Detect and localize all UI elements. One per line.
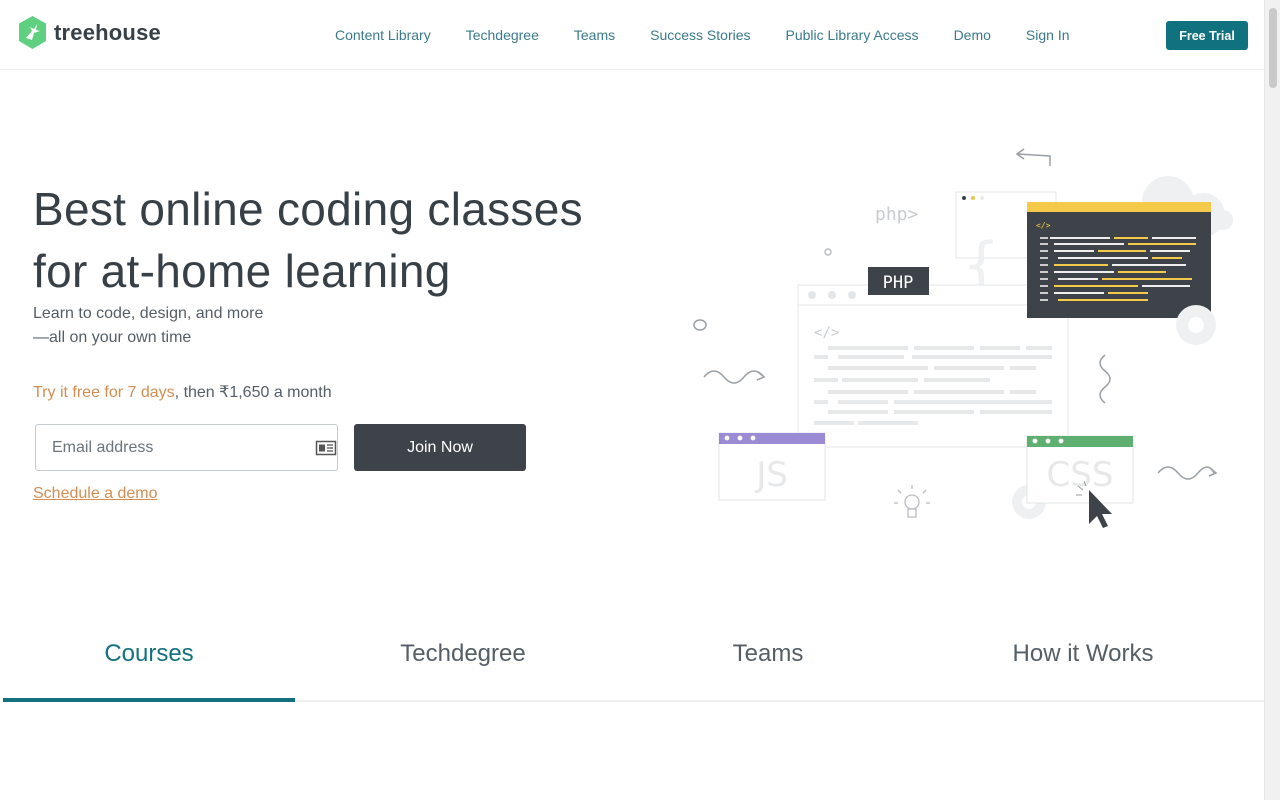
css-window: CSS xyxy=(1026,435,1134,504)
section-tabs: Courses Techdegree Teams How it Works xyxy=(3,630,1264,702)
nav-demo[interactable]: Demo xyxy=(954,26,991,44)
nav-teams[interactable]: Teams xyxy=(574,26,615,44)
hero-title: Best online coding classes for at-home l… xyxy=(33,178,693,302)
nav-success-stories[interactable]: Success Stories xyxy=(650,26,750,44)
svg-text:</>: </> xyxy=(1036,221,1051,230)
treehouse-leaf-icon xyxy=(19,16,46,49)
trial-accent-text: Try it free for 7 days xyxy=(33,384,175,401)
return-arrow-icon xyxy=(1015,148,1051,166)
hero-title-line-1: Best online coding classes xyxy=(33,183,583,235)
nav-sign-in[interactable]: Sign In xyxy=(1026,26,1070,44)
squiggle-vertical xyxy=(1099,354,1111,404)
nav-content-library[interactable]: Content Library xyxy=(335,26,431,44)
site-header: treehouse Content Library Techdegree Tea… xyxy=(0,0,1264,70)
hero-subtitle: Learn to code, design, and more —all on … xyxy=(33,302,263,350)
free-trial-button[interactable]: Free Trial xyxy=(1166,21,1248,50)
nav-techdegree[interactable]: Techdegree xyxy=(466,26,539,44)
email-input[interactable] xyxy=(36,425,306,470)
coding-illustration: php> { } </> PHP </> JS CSS xyxy=(693,148,1233,528)
js-label: JS xyxy=(754,455,788,495)
tab-techdegree[interactable]: Techdegree xyxy=(313,640,613,668)
treehouse-logo[interactable]: treehouse xyxy=(17,16,161,49)
tab-how-it-works[interactable]: How it Works xyxy=(933,640,1233,668)
php-script-text: php> xyxy=(875,204,919,225)
active-tab-indicator xyxy=(3,698,295,702)
squiggle-left xyxy=(703,370,765,384)
contact-card-icon xyxy=(315,440,337,456)
dark-code-editor: </> xyxy=(1027,202,1211,318)
join-now-button[interactable]: Join Now xyxy=(354,424,526,471)
main-nav: Content Library Techdegree Teams Success… xyxy=(335,26,1105,44)
schedule-demo-link[interactable]: Schedule a demo xyxy=(33,485,158,503)
tab-teams[interactable]: Teams xyxy=(618,640,918,668)
lightbulb-icon xyxy=(894,485,930,518)
js-window: JS xyxy=(718,432,826,501)
page-scrollbar[interactable] xyxy=(1264,0,1280,800)
tab-courses[interactable]: Courses xyxy=(3,640,295,668)
hero-subtitle-line-2: —all on your own time xyxy=(33,329,192,346)
nav-public-library-access[interactable]: Public Library Access xyxy=(786,26,919,44)
scrollbar-thumb[interactable] xyxy=(1269,8,1277,88)
css-label: CSS xyxy=(1047,455,1114,495)
email-field-wrapper xyxy=(35,424,338,471)
hero-title-line-2: for at-home learning xyxy=(33,245,451,297)
code-tag-text: </> xyxy=(814,325,839,341)
trial-price-text: , then ₹1,650 a month xyxy=(174,384,332,401)
squiggle-right xyxy=(1157,466,1215,480)
php-badge-text: PHP xyxy=(883,273,914,293)
logo-wordmark: treehouse xyxy=(54,19,161,45)
hero-subtitle-line-1: Learn to code, design, and more xyxy=(33,305,264,322)
trial-pricing-text: Try it free for 7 days, then ₹1,650 a mo… xyxy=(33,382,332,402)
